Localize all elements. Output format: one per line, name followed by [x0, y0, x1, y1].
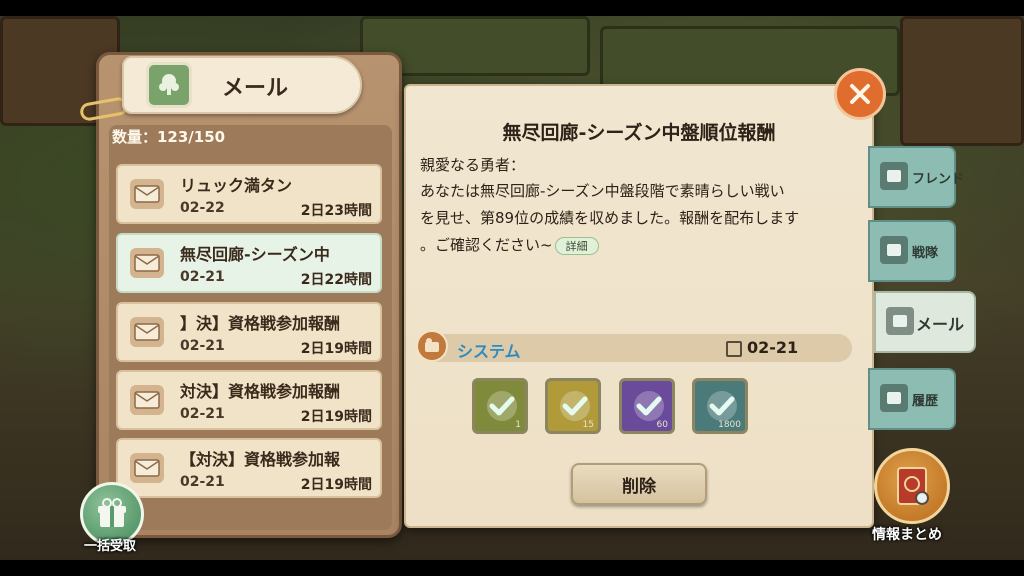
side-tab[interactable]: 戦隊 [868, 220, 956, 282]
system-sender-icon [416, 330, 448, 362]
mail-icon [886, 307, 914, 335]
mail-item-date: 02-21 [180, 269, 225, 285]
mail-list-item[interactable]: リュック満タン 02-22 2日23時間 [116, 164, 382, 224]
mail-item-title: 【対決】資格戦参加報 [180, 450, 341, 469]
sender-name: システム [457, 342, 521, 361]
mail-list-item[interactable]: 】決】資格戦参加報酬 02-21 2日19時間 [116, 302, 382, 362]
side-tab-label: 戦隊 [912, 246, 939, 261]
mail-item-date: 02-21 [180, 338, 225, 354]
book-icon [897, 467, 929, 505]
mail-list-item[interactable]: 無尽回廊-シーズン中 02-21 2日22時間 [116, 233, 382, 293]
mail-date: 02-21 [747, 338, 799, 357]
mail-greeting: 親愛なる勇者： [420, 156, 526, 174]
mail-item-remaining-time: 2日19時間 [300, 341, 372, 357]
mail-list-item[interactable]: 【対決】資格戦参加報 02-21 2日19時間 [116, 438, 382, 498]
squad-icon [880, 236, 908, 264]
reward-item-3-icon [634, 391, 664, 421]
close-button[interactable] [834, 68, 886, 120]
delete-button[interactable]: 削除 [571, 463, 707, 505]
reward-item-2-icon [560, 391, 590, 421]
side-tab-label: 履歴 [912, 394, 939, 409]
envelope-icon [130, 385, 164, 415]
reward-quantity: 1 [515, 420, 521, 430]
side-tab[interactable]: 履歴 [868, 368, 956, 430]
mail-body-line: あなたは無尽回廊-シーズン中盤段階で素晴らしい戦い [420, 182, 785, 200]
mail-item-remaining-time: 2日19時間 [300, 477, 372, 493]
info-summary-button[interactable] [874, 448, 950, 524]
side-tab-label: フレンド [912, 172, 965, 187]
envelope-icon [130, 179, 164, 209]
mail-item-remaining-time: 2日23時間 [300, 203, 372, 219]
friend-icon [880, 162, 908, 190]
checkmark-icon [489, 396, 515, 416]
reward-quantity: 1800 [718, 420, 741, 430]
calendar-icon [726, 341, 742, 357]
checkmark-icon [636, 396, 662, 416]
mail-item-title: 】決】資格戦参加報酬 [180, 314, 341, 333]
close-icon [850, 84, 870, 104]
envelope-icon [130, 248, 164, 278]
reward-item-1-icon [487, 391, 517, 421]
mail-body-line: 。ご確認ください~ [420, 236, 553, 254]
envelope-icon [130, 453, 164, 483]
reward-slot[interactable]: 1 [472, 378, 528, 434]
side-tab[interactable]: フレンド [868, 146, 964, 208]
mail-item-date: 02-22 [180, 200, 225, 216]
checkmark-icon [562, 396, 588, 416]
reward-quantity: 60 [656, 420, 668, 430]
reward-quantity: 15 [582, 420, 594, 430]
side-tab[interactable]: メール [874, 291, 976, 353]
info-summary-label: 情報まとめ [872, 527, 942, 543]
mail-item-date: 02-21 [180, 406, 225, 422]
reward-slot[interactable]: 1800 [692, 378, 748, 434]
history-icon [880, 384, 908, 412]
reward-slot[interactable]: 60 [619, 378, 675, 434]
bulk-receive-label: 一括受取 [84, 539, 137, 554]
reward-slot[interactable]: 15 [545, 378, 601, 434]
mail-count: 数量：123/150 [112, 128, 226, 146]
mail-detail-panel [404, 84, 874, 528]
mail-item-title: 対決】資格戦参加報酬 [180, 382, 341, 401]
mail-item-remaining-time: 2日22時間 [300, 272, 372, 288]
mail-detail-title: 無尽回廊-シーズン中盤順位報酬 [502, 122, 776, 144]
envelope-icon [130, 317, 164, 347]
mail-header-leaf-icon [146, 62, 192, 108]
mail-body-line-with-link: 。ご確認ください~ 詳細 [420, 234, 599, 255]
mail-item-title: 無尽回廊-シーズン中 [180, 245, 330, 264]
reward-item-4-icon [707, 391, 737, 421]
mail-item-title: リュック満タン [180, 176, 293, 195]
detail-link-button[interactable]: 詳細 [554, 236, 599, 255]
checkmark-icon [709, 396, 735, 416]
gift-box-icon [98, 498, 126, 527]
page-title: メール [222, 76, 289, 101]
mail-body-line: を見せ、第89位の成績を収めました。報酬を配布します [420, 209, 800, 227]
mail-list-item[interactable]: 対決】資格戦参加報酬 02-21 2日19時間 [116, 370, 382, 430]
side-tab-label: メール [916, 315, 965, 334]
mail-item-date: 02-21 [180, 474, 225, 490]
mail-item-remaining-time: 2日19時間 [300, 409, 372, 425]
